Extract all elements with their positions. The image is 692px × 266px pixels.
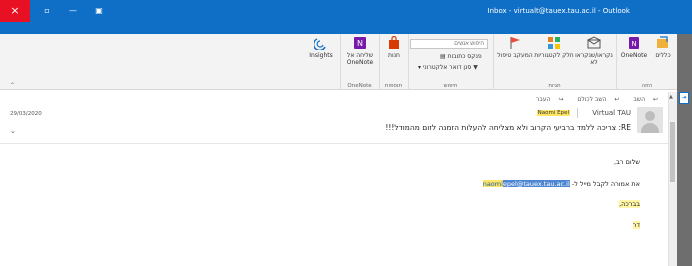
reply-label: השב [633,96,646,103]
layout-button[interactable]: ▣ [88,3,110,19]
address-book-button[interactable]: ▤ פנקס כתובות [440,53,482,60]
message-date: 29/03/2020 [10,111,42,117]
move-onenote-label: OneNote [620,52,648,59]
minimize-button[interactable]: — [62,3,84,19]
restore-button[interactable]: ▫ [36,3,58,19]
blessing-line: בברכה, [619,200,640,208]
scrollbar-thumb[interactable] [670,122,675,182]
svg-text:N: N [357,39,363,48]
request-text: את אמורה לקבל מייל ל- [571,180,640,188]
unread-read-button[interactable]: נקראו/שנקראו לא [574,36,614,66]
store-label: חנות [388,52,400,59]
reply-icon: ↩ [652,96,658,103]
ribbon: Insights N שליחה אל OneNote OneNote חנות… [0,34,692,90]
followup-label: המעקב טיפול [497,52,533,59]
rules-icon [657,36,668,48]
insights-button[interactable]: Insights [306,36,336,59]
recipient-name[interactable]: Naomi Epel [536,110,570,116]
addins-group-label: תוספות [384,83,403,89]
store-icon [389,36,399,49]
collapse-ribbon-icon[interactable]: ⌃ [10,82,15,89]
send-to-onenote-label: שליחה אל OneNote [346,52,374,66]
email-link-name: naomi [482,180,503,188]
tags-group: המעקב טיפול חלק לקטגוריות נקראו/שנקראו ל… [493,34,615,90]
tab-band [0,22,692,34]
signature-line: דר [632,221,640,229]
message-subject: RE: צריכה ללמד ברביעי הקרוב ולא מצליחה ל… [385,123,631,132]
email-link-domain: epel@tauex.tau.ac.il [502,180,570,188]
move-group: N OneNote כללים הזזה [616,34,677,90]
header-divider [0,143,668,144]
find-group-label: חיפוש [443,83,458,89]
reply-button[interactable]: ↩ השב [627,96,658,103]
flag-icon [510,37,520,49]
side-strip [677,34,692,266]
svg-text:N: N [631,40,636,48]
onenote-group: N שליחה אל OneNote OneNote [340,34,378,90]
address-book-label: פנקס כתובות [447,53,482,60]
insights-icon [314,38,326,50]
filter-icon: ▼ [473,64,478,71]
pane-toggle-button[interactable]: ⇥ [679,92,689,104]
reply-all-button[interactable]: ↩ השב לכולם [571,96,619,103]
forward-button[interactable]: ↪ העבר [530,96,563,103]
onenote-icon: N [354,37,366,49]
rules-label: כללים [655,52,671,59]
forward-icon: ↪ [558,96,564,103]
categorize-icon [548,37,560,49]
greeting-line: שלום רב, [614,158,640,166]
close-button[interactable]: × [0,0,30,22]
envelope-icon [587,36,601,49]
email-link[interactable]: naomiepel@tauex.tau.ac.il [482,180,570,188]
send-to-onenote-button[interactable]: N שליחה אל OneNote [343,36,377,66]
onenote-group-label: OneNote [347,83,372,89]
filter-email-button[interactable]: ▾ סנן דואר אלקטרוני ▼ [418,64,478,71]
followup-button[interactable]: המעקב טיפול [496,36,534,59]
filter-email-label: סנן דואר אלקטרוני [422,64,472,71]
message-actions: ↩ השב ↩ השב לכולם ↪ העבר [524,96,658,103]
window-title: Inbox - virtualt@tauex.tau.ac.il - Outlo… [487,7,630,15]
onenote-move-icon: N [629,37,639,49]
sender-divider [577,108,578,118]
forward-label: העבר [535,96,551,103]
reply-all-label: השב לכולם [577,96,607,103]
store-button[interactable]: חנות [382,36,406,59]
request-line: את אמורה לקבל מייל ל- naomiepel@tauex.ta… [482,180,640,188]
tags-group-label: תגיות [548,83,561,89]
sender-name[interactable]: Virtual TAU [592,109,631,117]
chevron-down-icon[interactable]: ⌄ [10,127,16,135]
categorize-label: חלק לקטגוריות [534,52,574,59]
search-people-input[interactable] [410,39,488,49]
reply-all-icon: ↩ [614,96,620,103]
unread-read-label: נקראו/שנקראו לא [575,52,613,66]
address-book-icon: ▤ [440,53,446,60]
insights-label: Insights [309,52,333,59]
move-group-label: הזזה [641,83,653,89]
avatar-head [645,111,655,121]
categorize-button[interactable]: חלק לקטגוריות [534,36,574,59]
addins-group: חנות תוספות [379,34,407,90]
chevron-down-icon: ▾ [418,64,422,71]
scroll-up-icon[interactable]: ▲ [669,94,673,100]
reading-pane: ↩ השב ↩ השב לכולם ↪ העבר 29/03/2020 ⌄ Vi… [0,92,668,266]
move-onenote-button[interactable]: N OneNote [619,36,649,59]
rules-button[interactable]: כללים [650,36,676,59]
